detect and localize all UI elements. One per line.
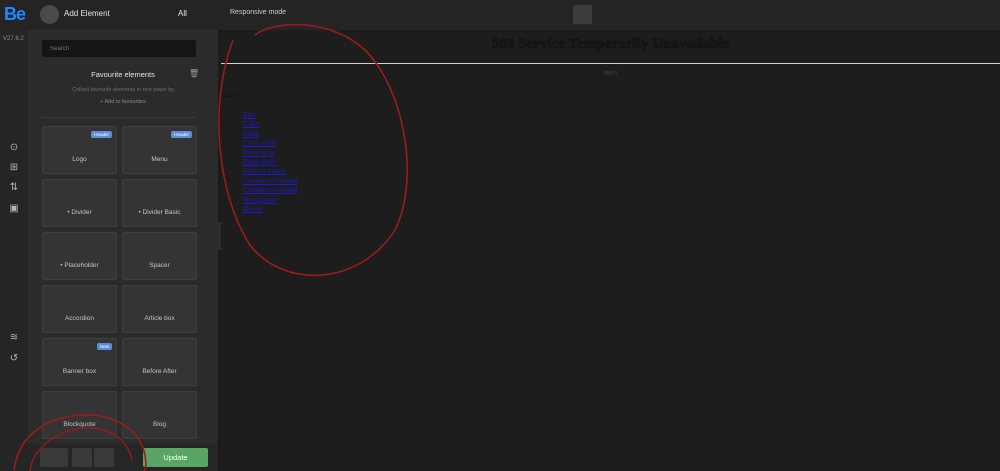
tile-label: • Divider Basic xyxy=(138,209,181,216)
add-element-panel: Favourite elements 🗑 Collect favourite e… xyxy=(28,30,218,471)
menu-link-reset-style[interactable]: Reset style xyxy=(233,157,297,167)
version-label: V27.6.2 xyxy=(3,36,24,42)
tile-label: • Divider xyxy=(67,209,92,216)
menu-link-paste-style[interactable]: Paste style xyxy=(233,148,297,158)
menu-link-navigation[interactable]: Navigation xyxy=(233,195,297,205)
element-tile[interactable]: Accordion xyxy=(42,285,117,333)
element-tile[interactable]: Header Logo xyxy=(42,126,117,174)
tile-badge: Header xyxy=(171,131,192,138)
trash-icon[interactable]: 🗑 xyxy=(189,69,199,78)
element-tile[interactable]: Before After xyxy=(122,338,197,386)
layout-icon[interactable]: ⊞ xyxy=(8,162,20,174)
history-icon[interactable]: ↺ xyxy=(8,353,20,365)
element-tile[interactable]: • Divider Basic xyxy=(122,179,197,227)
top-bar: Be Add Element All Responsive mode xyxy=(0,0,1000,30)
tile-badge: Header xyxy=(91,131,112,138)
preview-area: 503 Service Temporarily Unavailable ngin… xyxy=(221,30,1000,471)
element-tile[interactable]: • Placeholder xyxy=(42,232,117,280)
panel-title: Add Element xyxy=(64,9,110,18)
tile-label: Banner box xyxy=(62,368,97,375)
menu-link-edit[interactable]: Edit xyxy=(233,110,297,120)
menu-link-delete[interactable]: Delete xyxy=(233,204,297,214)
compass-icon[interactable]: ⊙ xyxy=(8,142,20,154)
bottom-action-button[interactable] xyxy=(94,448,114,467)
tile-badge: New xyxy=(96,343,112,350)
menu-link-paste[interactable]: Paste xyxy=(233,129,297,139)
divider xyxy=(42,117,196,118)
update-button[interactable]: Update xyxy=(143,448,208,467)
server-label: nginx xyxy=(603,70,618,76)
tile-label: • Placeholder xyxy=(60,262,99,269)
bottom-action-button[interactable] xyxy=(40,448,68,467)
element-tile[interactable]: Article box xyxy=(122,285,197,333)
search-input[interactable] xyxy=(42,40,196,57)
menu-link-copy[interactable]: Copy xyxy=(233,119,297,129)
avatar[interactable] xyxy=(40,5,59,24)
app-logo[interactable]: Be xyxy=(4,4,26,25)
tile-label: Menu xyxy=(151,156,168,163)
element-tile[interactable]: Spacer xyxy=(122,232,197,280)
bottom-toolbar: Update xyxy=(28,444,218,471)
bottom-action-button[interactable] xyxy=(72,448,92,467)
menu-link-convert-global-2[interactable]: Convert to Global xyxy=(233,185,297,195)
element-tile[interactable]: • Divider xyxy=(42,179,117,227)
tile-label: Article box xyxy=(144,315,175,322)
tile-label: Accordion xyxy=(65,315,94,322)
tile-label: Blockquote xyxy=(63,421,96,428)
context-menu-list: Edit Copy Paste Copy style Paste style R… xyxy=(233,110,297,214)
menu-link-convert-global[interactable]: Convert to Global xyxy=(233,176,297,186)
element-tile[interactable]: Header Menu xyxy=(122,126,197,174)
menu-title: Tuner xyxy=(224,93,239,99)
filter-all-tab[interactable]: All xyxy=(178,9,187,18)
menu-link-copy-style[interactable]: Copy style xyxy=(233,138,297,148)
favourites-description: Collect favourite elements in one place … xyxy=(72,87,174,93)
sort-icon[interactable]: ⇅ xyxy=(8,182,20,194)
tile-label: Spacer xyxy=(149,262,170,269)
tile-label: Logo xyxy=(72,156,87,163)
layers-icon[interactable]: ≋ xyxy=(8,332,20,344)
horizontal-rule xyxy=(221,63,1000,64)
element-tile[interactable]: Blockquote xyxy=(42,391,117,439)
add-to-favourites-link[interactable]: + Add to favourites xyxy=(28,99,218,105)
window-icon[interactable]: ▣ xyxy=(8,203,20,215)
icon-rail: V27.6.2 ⊙ ⊞ ⇅ ▣ ≋ ↺ xyxy=(0,30,28,471)
error-title: 503 Service Temporarily Unavailable xyxy=(491,36,730,52)
element-tile[interactable]: Blog xyxy=(122,391,197,439)
element-tile[interactable]: New Banner box xyxy=(42,338,117,386)
tile-label: Blog xyxy=(152,421,166,428)
preview-toggle-button[interactable] xyxy=(573,5,592,24)
menu-link-save-preset[interactable]: Save as preset xyxy=(233,166,297,176)
responsive-mode-button[interactable]: Responsive mode xyxy=(230,9,286,16)
tile-label: Before After xyxy=(142,368,177,375)
